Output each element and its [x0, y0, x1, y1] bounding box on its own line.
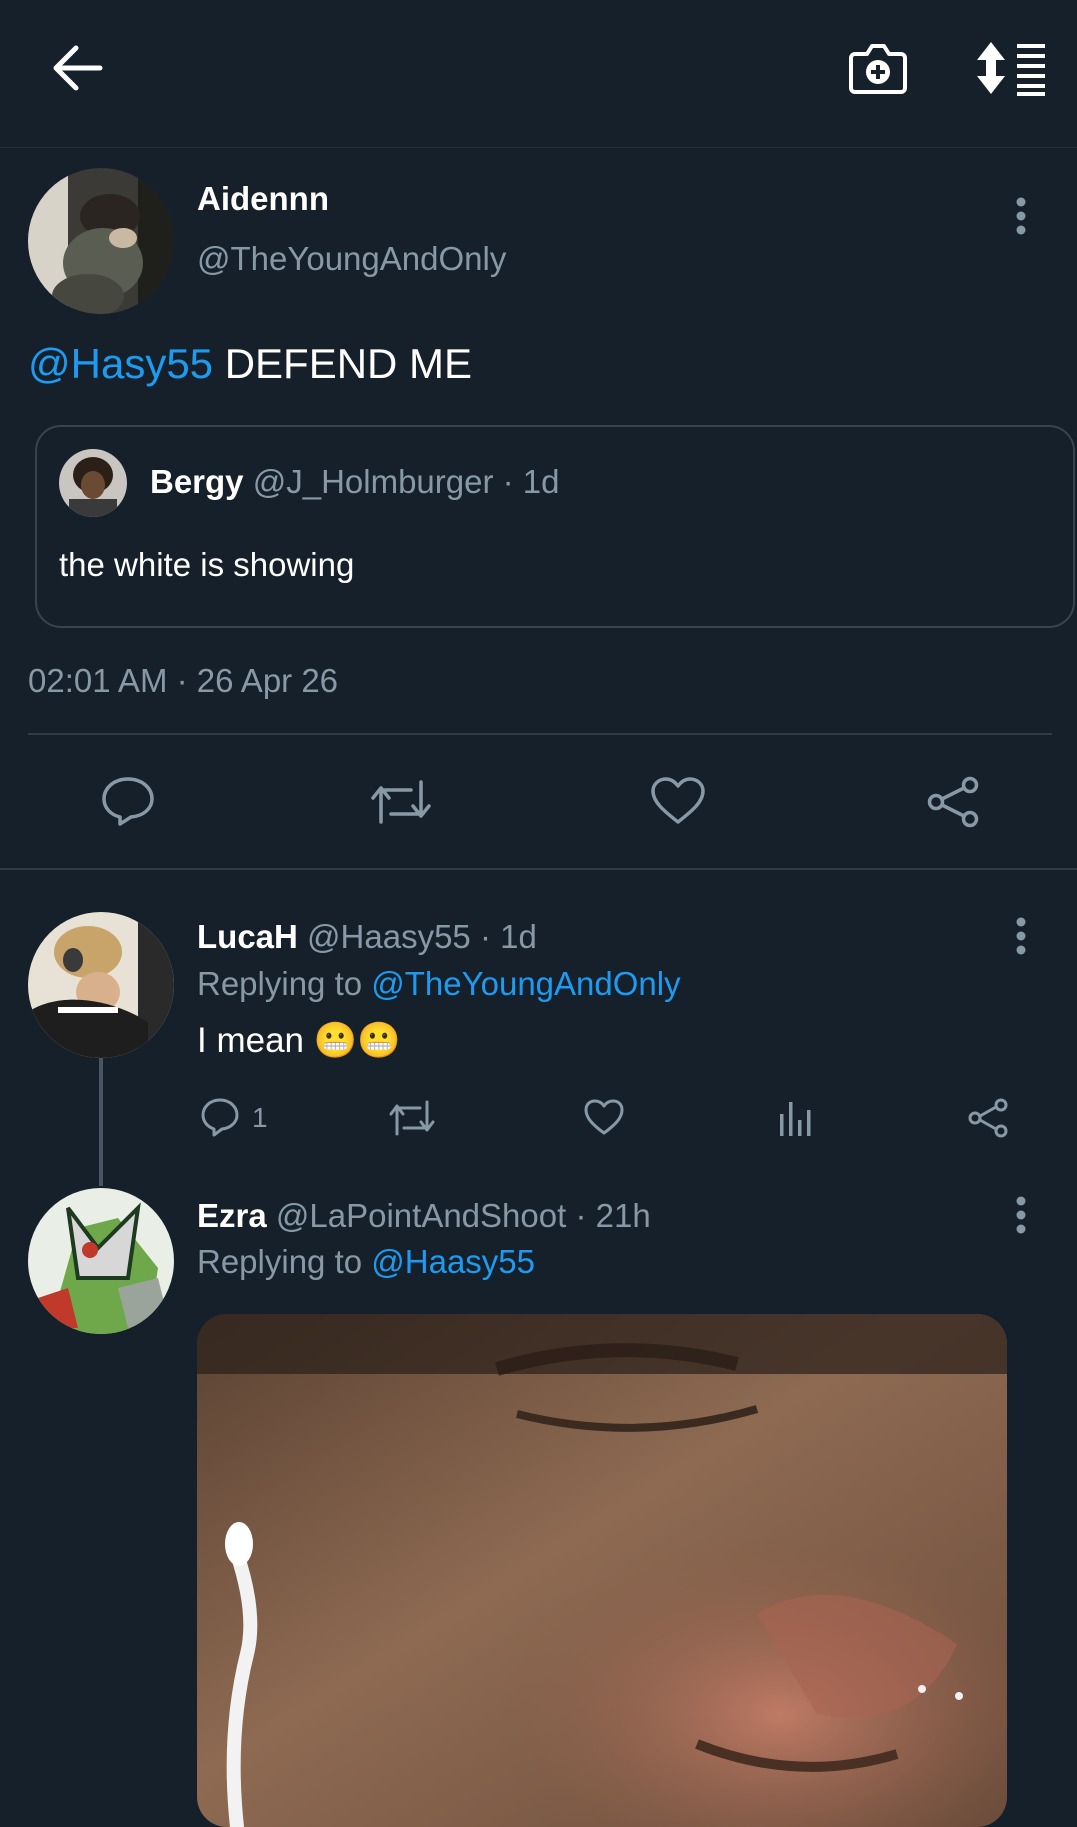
grimace-emoji: 😬😬 — [313, 1021, 401, 1061]
replying-to-line: Replying to @TheYoungAndOnly — [197, 965, 681, 1003]
author-display-name[interactable]: Aidennn — [197, 180, 329, 218]
reply-icon[interactable] — [200, 1097, 240, 1137]
more-options-icon[interactable] — [1014, 196, 1028, 236]
attached-photo[interactable] — [197, 1314, 1007, 1827]
tweet-body: DEFEND ME — [213, 340, 473, 387]
mention-link[interactable]: @Hasy55 — [28, 340, 213, 387]
share-icon[interactable] — [968, 1098, 1008, 1138]
reply-author-line: Ezra @LaPointAndShoot · 21h — [197, 1197, 651, 1235]
thread-connector-line — [99, 1058, 103, 1186]
tweet-text: @Hasy55 DEFEND ME — [28, 340, 472, 388]
reply-icon[interactable] — [101, 776, 155, 826]
quoted-tweet-text: the white is showing — [59, 546, 355, 583]
arrow-left-icon[interactable] — [52, 44, 104, 92]
quoted-tweet-card[interactable] — [35, 425, 1075, 628]
reply-count: 1 — [252, 1102, 268, 1133]
reply-age: · 1d — [470, 918, 537, 955]
retweet-icon[interactable] — [388, 1099, 436, 1137]
share-icon[interactable] — [926, 776, 980, 828]
camera-add-icon[interactable] — [849, 40, 907, 96]
reply-body: I mean — [197, 1021, 314, 1060]
quoted-age: · 1d — [493, 463, 560, 500]
tweet-timestamp: 02:01 AM · 26 Apr 26 — [28, 662, 339, 699]
sort-list-icon[interactable] — [977, 40, 1047, 96]
avatar[interactable] — [28, 168, 174, 314]
reply-author-line: LucaH @Haasy55 · 1d — [197, 918, 537, 956]
more-options-icon[interactable] — [1014, 916, 1028, 956]
analytics-icon[interactable] — [778, 1100, 814, 1136]
replying-to-line: Replying to @Haasy55 — [197, 1243, 535, 1281]
top-app-bar — [0, 0, 1077, 148]
quoted-handle[interactable]: @J_Holmburger — [253, 463, 494, 500]
avatar[interactable] — [28, 1188, 174, 1334]
quoted-author-line: Bergy @J_Holmburger · 1d — [150, 463, 560, 501]
replying-to-link[interactable]: @Haasy55 — [371, 1243, 535, 1280]
reply-handle[interactable]: @LaPointAndShoot — [276, 1197, 566, 1234]
reply-display-name[interactable]: LucaH — [197, 918, 298, 955]
more-options-icon[interactable] — [1014, 1195, 1028, 1235]
retweet-icon[interactable] — [369, 778, 433, 826]
avatar[interactable] — [59, 449, 127, 517]
author-handle[interactable]: @TheYoungAndOnly — [197, 240, 506, 278]
quoted-display-name[interactable]: Bergy — [150, 463, 244, 500]
like-icon[interactable] — [583, 1098, 625, 1136]
reply-display-name[interactable]: Ezra — [197, 1197, 267, 1234]
replying-to-link[interactable]: @TheYoungAndOnly — [371, 965, 680, 1002]
replying-prefix: Replying to — [197, 965, 372, 1002]
divider — [0, 868, 1077, 870]
like-icon[interactable] — [650, 776, 706, 826]
divider — [28, 733, 1052, 735]
reply-age: · 21h — [566, 1197, 651, 1234]
avatar[interactable] — [28, 912, 174, 1058]
replying-prefix: Replying to — [197, 1243, 372, 1280]
reply-text: I mean 😬😬 — [197, 1020, 401, 1061]
reply-handle[interactable]: @Haasy55 — [307, 918, 471, 955]
